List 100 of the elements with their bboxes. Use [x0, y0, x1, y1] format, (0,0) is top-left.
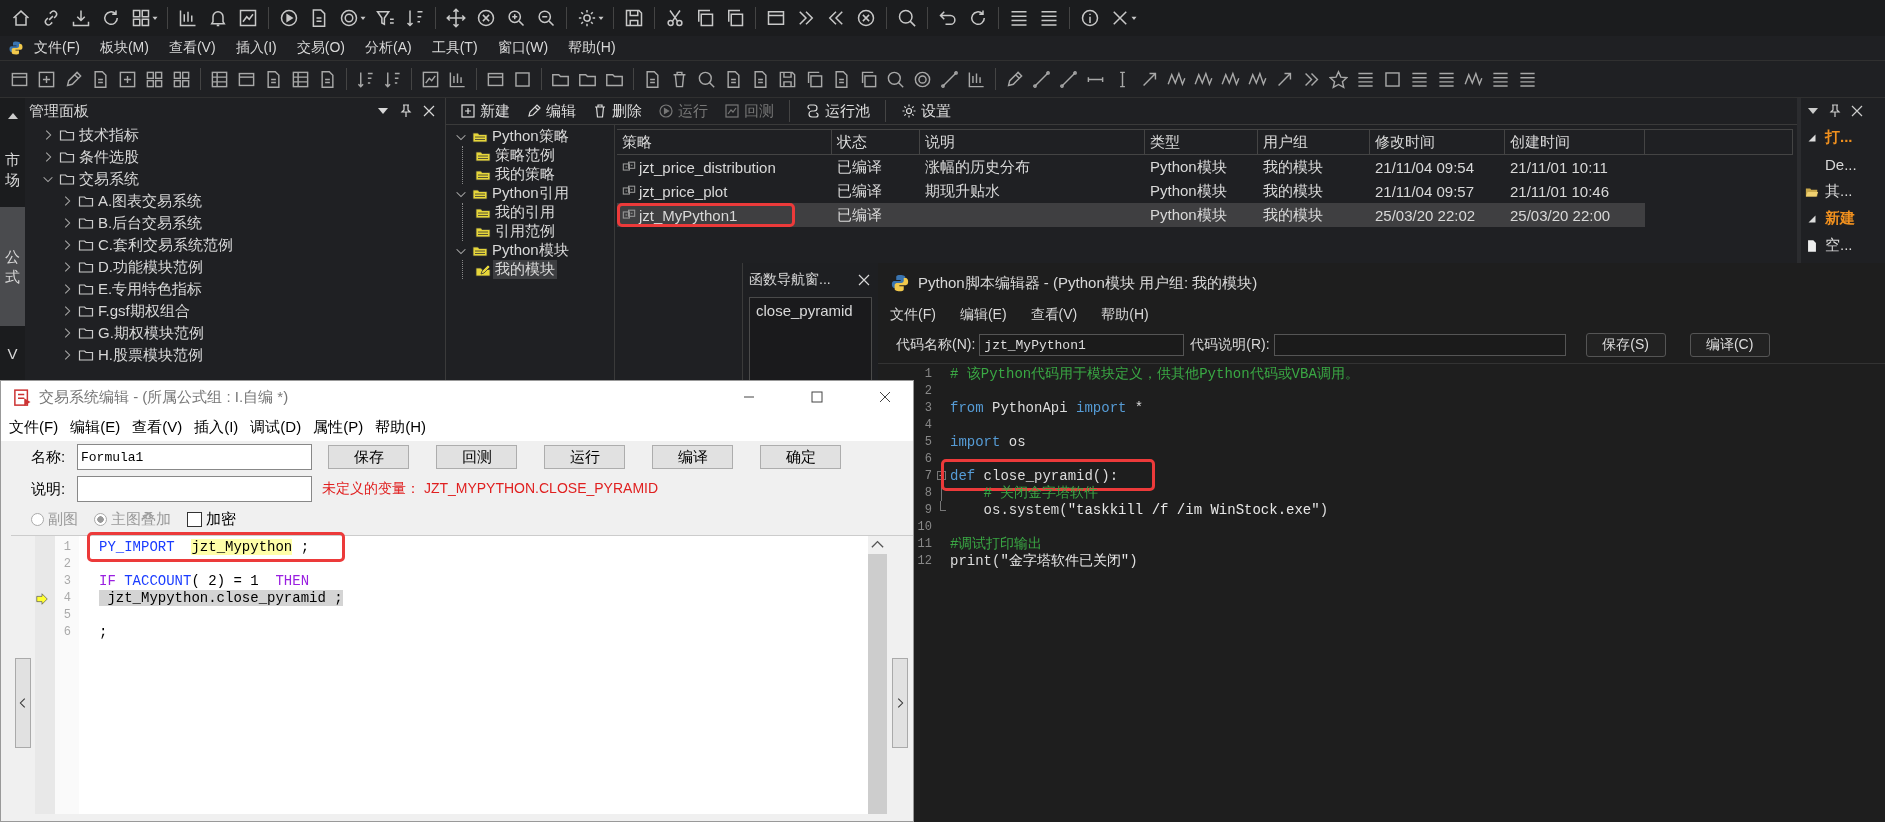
copy-icon[interactable] [695, 8, 715, 28]
menu-item[interactable]: 板块(M) [89, 39, 159, 57]
python-icon[interactable] [8, 40, 24, 56]
tree-item[interactable]: G.期权模块范例 [96, 323, 206, 343]
toolbar-button[interactable]: 新建 [454, 101, 516, 121]
menu-item[interactable]: 编辑(E) [70, 417, 121, 437]
square-icon[interactable] [1383, 69, 1402, 89]
filter-icon[interactable] [375, 8, 395, 28]
tree-item[interactable]: 我的引用 [493, 203, 557, 222]
sort-icon[interactable] [405, 8, 425, 28]
menu-item[interactable]: 编辑(E) [959, 306, 1007, 324]
grid-icon[interactable] [131, 8, 151, 28]
save-icon[interactable] [778, 69, 797, 89]
tree-item[interactable]: 我的策略 [493, 165, 557, 184]
name-field[interactable]: jzt_MyPython1 [979, 334, 1185, 356]
close-icon[interactable] [1110, 8, 1130, 28]
download-icon[interactable] [71, 8, 91, 28]
tree-item[interactable]: 策略范例 [493, 146, 557, 165]
gear-icon[interactable] [577, 8, 597, 28]
menu-item[interactable]: 属性(P) [313, 417, 364, 437]
list-icon[interactable] [1009, 8, 1029, 28]
tree-item[interactable]: 我的模块 [493, 260, 557, 279]
menu-item[interactable]: 查看(V) [132, 417, 183, 437]
search-icon[interactable] [897, 8, 917, 28]
dialog-button[interactable]: 回测 [436, 445, 517, 469]
document-icon[interactable] [643, 69, 662, 89]
side-tab[interactable]: 公式 [0, 207, 25, 326]
star-icon[interactable] [1329, 69, 1348, 89]
grid-icon[interactable] [172, 69, 191, 89]
dialog-button[interactable]: 运行 [544, 445, 625, 469]
toolbar-button[interactable]: 删除 [586, 101, 648, 121]
column-header[interactable]: 策略 [617, 130, 832, 154]
document-icon[interactable] [751, 69, 770, 89]
zoom-out-icon[interactable] [536, 8, 556, 28]
sort-icon[interactable] [383, 69, 402, 89]
fold-toggle-icon[interactable] [936, 471, 946, 480]
tree-item[interactable]: 引用范例 [493, 222, 557, 241]
sort-icon[interactable] [356, 69, 375, 89]
tree-item[interactable]: 技术指标 [77, 125, 141, 145]
tree-item[interactable]: A.图表交易系统 [96, 191, 205, 211]
menu-item[interactable]: 查看(V) [158, 39, 226, 57]
menu-item[interactable]: 查看(V) [1030, 306, 1078, 324]
menu-item[interactable]: 工具(T) [421, 39, 488, 57]
chevrons-right-icon[interactable] [796, 8, 816, 28]
menu-item[interactable]: 调试(D) [250, 417, 302, 437]
column-header[interactable]: 状态 [832, 130, 920, 154]
dialog-button[interactable]: 保存 [328, 445, 409, 469]
circle-close-icon[interactable] [476, 8, 496, 28]
info-icon[interactable] [1080, 8, 1100, 28]
name-field[interactable]: Formula1 [77, 444, 312, 470]
menu-item[interactable]: 文件(F) [890, 306, 936, 324]
circle-close-icon[interactable] [856, 8, 876, 28]
panel-item[interactable]: De... [1825, 156, 1857, 173]
table-row[interactable]: jzt_price_plot 已编译 期现升贴水 Python模块 我的模块 21/11/04 09:57 21/11/01 10:46 [617, 179, 1645, 203]
copy-icon[interactable] [805, 69, 824, 89]
menu-item[interactable]: 分析(A) [355, 39, 422, 57]
pencil-icon[interactable] [64, 69, 83, 89]
tree-item[interactable]: H.股票模块范例 [96, 345, 205, 365]
tree-item[interactable]: 条件选股 [77, 147, 141, 167]
search-icon[interactable] [697, 69, 716, 89]
tree-item[interactable]: C.套利交易系统范例 [96, 235, 235, 255]
home-icon[interactable] [11, 8, 31, 28]
pencil-icon[interactable] [1005, 69, 1024, 89]
square-icon[interactable] [513, 69, 532, 89]
coin-icon[interactable] [913, 69, 932, 89]
document-icon[interactable] [832, 69, 851, 89]
scroll-up-icon[interactable] [868, 536, 887, 554]
line-chart-icon[interactable] [238, 8, 258, 28]
editor-button[interactable]: 保存(S) [1585, 333, 1666, 357]
maximize-icon[interactable] [809, 389, 825, 405]
toolbar-button[interactable]: 设置 [895, 101, 957, 121]
tree-item[interactable]: 交易系统 [77, 169, 141, 189]
panel-item[interactable]: 新建 [1825, 209, 1855, 228]
menu-item[interactable]: 插入(I) [194, 417, 239, 437]
bar-chart-icon[interactable] [967, 69, 986, 89]
close-icon[interactable] [421, 103, 437, 119]
save-icon[interactable] [624, 8, 644, 28]
search-icon[interactable] [886, 69, 905, 89]
column-header[interactable]: 创建时间 [1505, 130, 1645, 154]
dialog-button[interactable]: 编译 [652, 445, 733, 469]
panel-item[interactable]: 其... [1825, 182, 1853, 201]
description-field[interactable] [1273, 334, 1566, 356]
play-icon[interactable] [279, 8, 299, 28]
menu-item[interactable]: 文件(F) [9, 417, 59, 437]
document-icon[interactable] [318, 69, 337, 89]
description-field[interactable] [77, 476, 312, 502]
side-tab[interactable]: 市场 [0, 142, 25, 197]
menu-item[interactable]: 帮助(H) [375, 417, 426, 437]
line-icon[interactable] [1032, 69, 1051, 89]
chevrons-left-icon[interactable] [826, 8, 846, 28]
table-icon[interactable] [210, 69, 229, 89]
column-header[interactable]: 说明 [920, 130, 1145, 154]
tree-item[interactable]: F.gsf期权组合 [96, 301, 192, 321]
menu-item[interactable]: 文件(F) [24, 39, 90, 57]
table-icon[interactable] [291, 69, 310, 89]
tree-item[interactable]: D.功能模块范例 [96, 257, 205, 277]
menu-item[interactable]: 帮助(H) [1101, 306, 1149, 324]
close-icon[interactable] [1849, 103, 1865, 119]
bar-chart-icon[interactable] [448, 69, 467, 89]
pin-icon[interactable] [1827, 103, 1843, 119]
